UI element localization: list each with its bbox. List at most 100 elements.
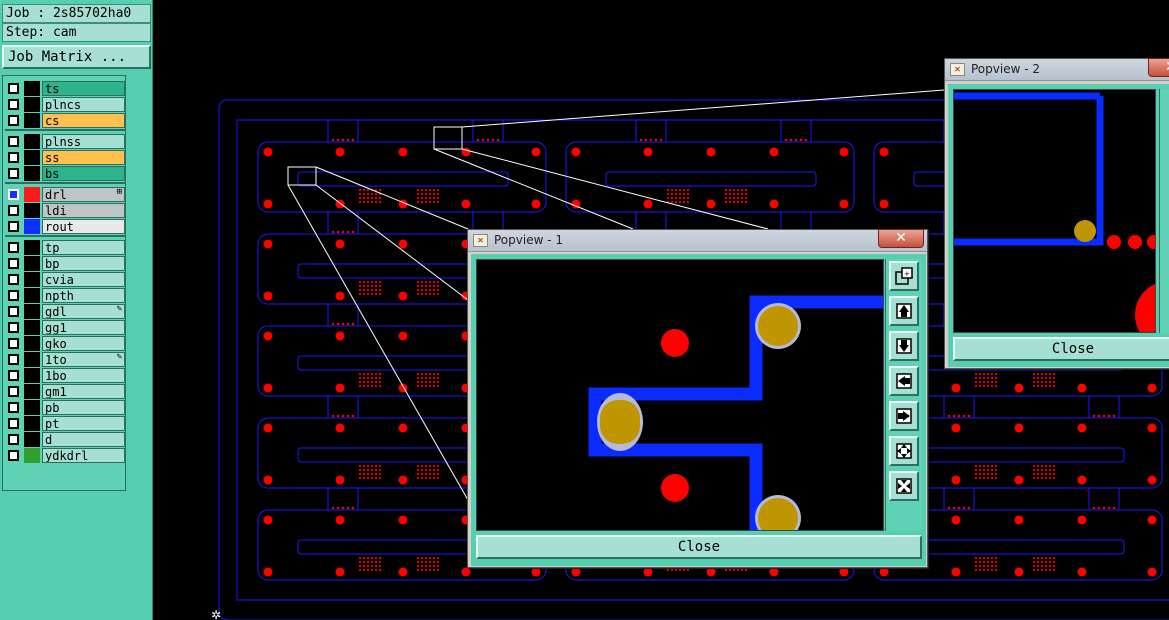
layer-checkbox[interactable] — [8, 418, 19, 429]
layer-row-ydkdrl[interactable]: ydkdrl — [5, 447, 125, 464]
layer-color-swatch[interactable] — [24, 368, 40, 383]
layer-checkbox[interactable] — [8, 322, 19, 333]
layer-row-pt[interactable]: pt — [5, 415, 125, 432]
layer-checkbox[interactable] — [8, 189, 19, 200]
layer-color-swatch[interactable] — [24, 219, 40, 234]
layer-name[interactable]: gm1 — [42, 384, 125, 399]
layer-checkbox[interactable] — [8, 306, 19, 317]
layer-row-rout[interactable]: rout — [5, 218, 125, 235]
layer-name[interactable]: pt — [42, 416, 125, 431]
layer-name[interactable]: plncs — [42, 97, 125, 112]
layer-row-pb[interactable]: pb — [5, 399, 125, 416]
pan-left-icon[interactable] — [889, 366, 919, 396]
layer-checkbox[interactable] — [8, 99, 19, 110]
pan-down-icon[interactable] — [889, 331, 919, 361]
layer-name[interactable]: cs — [42, 113, 125, 128]
layer-row-npth[interactable]: npth — [5, 287, 125, 304]
zoom-out-icon[interactable] — [889, 471, 919, 501]
layer-name[interactable]: d — [42, 432, 125, 447]
layer-name[interactable]: gko — [42, 336, 125, 351]
layer-color-swatch[interactable] — [24, 448, 40, 463]
layer-checkbox[interactable] — [8, 136, 19, 147]
layer-checkbox[interactable] — [8, 83, 19, 94]
popview-1-close-button[interactable]: Close — [476, 535, 922, 559]
layer-name[interactable]: rout — [42, 219, 125, 234]
layer-row-cs[interactable]: cs — [5, 112, 125, 129]
layer-name[interactable]: npth — [42, 288, 125, 303]
layer-row-cvia[interactable]: cvia — [5, 271, 125, 288]
popview-1-close-icon[interactable]: ✕ — [878, 229, 924, 248]
layer-row-bp[interactable]: bp — [5, 255, 125, 272]
layer-name[interactable]: ldi — [42, 203, 125, 218]
layer-color-swatch[interactable] — [24, 81, 40, 96]
zoom-in-icon[interactable] — [889, 436, 919, 466]
layer-checkbox[interactable] — [8, 386, 19, 397]
layer-row-d[interactable]: d — [5, 431, 125, 448]
layer-color-swatch[interactable] — [24, 304, 40, 319]
layer-row-gko[interactable]: gko — [5, 335, 125, 352]
job-matrix-button[interactable]: Job Matrix ... — [2, 45, 151, 69]
layer-row-gm1[interactable]: gm1 — [5, 383, 125, 400]
zoom-fit-icon[interactable]: + — [889, 261, 919, 291]
layer-checkbox[interactable] — [8, 434, 19, 445]
layer-color-swatch[interactable] — [24, 97, 40, 112]
layer-name[interactable]: cvia — [42, 272, 125, 287]
layer-checkbox[interactable] — [8, 274, 19, 285]
layer-name[interactable]: gdl — [42, 304, 125, 319]
layer-color-swatch[interactable] — [24, 288, 40, 303]
layer-checkbox[interactable] — [8, 115, 19, 126]
layer-checkbox[interactable] — [8, 290, 19, 301]
popview-2-titlebar[interactable]: ✕ Popview - 2 ✕ — [945, 58, 1169, 81]
layer-checkbox[interactable] — [8, 242, 19, 253]
layer-color-swatch[interactable] — [24, 272, 40, 287]
layer-color-swatch[interactable] — [24, 134, 40, 149]
popview-2-viewport[interactable] — [953, 89, 1156, 333]
layer-name[interactable]: plnss — [42, 134, 125, 149]
layer-name[interactable]: bp — [42, 256, 125, 271]
layer-row-bs[interactable]: bs — [5, 165, 125, 182]
layer-name[interactable]: pb — [42, 400, 125, 415]
layer-color-swatch[interactable] — [24, 256, 40, 271]
layer-color-swatch[interactable] — [24, 187, 40, 202]
layer-row-1bo[interactable]: 1bo — [5, 367, 125, 384]
layer-row-drl[interactable]: drl ⊞ — [5, 186, 125, 203]
layer-checkbox[interactable] — [8, 168, 19, 179]
layer-color-swatch[interactable] — [24, 240, 40, 255]
popview-2-window[interactable]: ✕ Popview - 2 ✕ Close — [944, 58, 1169, 369]
layer-color-swatch[interactable] — [24, 320, 40, 335]
layer-row-ts[interactable]: ts — [5, 80, 125, 97]
layer-row-gdl[interactable]: gdl ✎ — [5, 303, 125, 320]
layer-color-swatch[interactable] — [24, 150, 40, 165]
layer-name[interactable]: ydkdrl — [42, 448, 125, 463]
layer-checkbox[interactable] — [8, 205, 19, 216]
layer-checkbox[interactable] — [8, 258, 19, 269]
layer-name[interactable]: tp — [42, 240, 125, 255]
layer-row-ss[interactable]: ss — [5, 149, 125, 166]
popview-1-viewport[interactable] — [476, 259, 884, 531]
layer-checkbox[interactable] — [8, 221, 19, 232]
layer-color-swatch[interactable] — [24, 416, 40, 431]
layer-checkbox[interactable] — [8, 402, 19, 413]
layer-checkbox[interactable] — [8, 338, 19, 349]
layer-name[interactable]: drl — [42, 187, 125, 202]
popview-2-close-button[interactable]: Close — [953, 337, 1169, 361]
layer-color-swatch[interactable] — [24, 203, 40, 218]
layer-row-plncs[interactable]: plncs — [5, 96, 125, 113]
pan-up-icon[interactable] — [889, 296, 919, 326]
layer-color-swatch[interactable] — [24, 166, 40, 181]
layer-name[interactable]: bs — [42, 166, 125, 181]
layer-name[interactable]: ts — [42, 81, 125, 96]
popview-1-titlebar[interactable]: ✕ Popview - 1 ✕ — [468, 229, 927, 252]
layer-color-swatch[interactable] — [24, 336, 40, 351]
layer-row-gg1[interactable]: gg1 — [5, 319, 125, 336]
layer-name[interactable]: ss — [42, 150, 125, 165]
layer-color-swatch[interactable] — [24, 384, 40, 399]
layer-row-plnss[interactable]: plnss — [5, 133, 125, 150]
layer-checkbox[interactable] — [8, 152, 19, 163]
layer-color-swatch[interactable] — [24, 352, 40, 367]
layer-color-swatch[interactable] — [24, 113, 40, 128]
popview-2-close-icon[interactable]: ✕ — [1148, 58, 1169, 77]
popview-1-window[interactable]: ✕ Popview - 1 ✕ + Close — [467, 229, 928, 568]
pan-right-icon[interactable] — [889, 401, 919, 431]
layer-row-1to[interactable]: 1to ✎ — [5, 351, 125, 368]
